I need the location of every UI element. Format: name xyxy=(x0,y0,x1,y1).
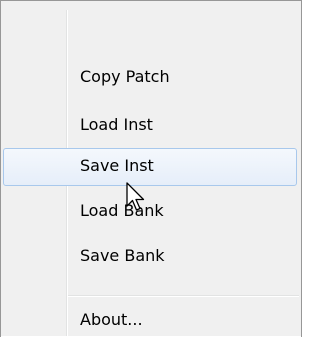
menu-item-label: About... xyxy=(80,310,143,329)
menu-item-copy-patch[interactable]: Copy Patch xyxy=(3,59,297,97)
menu-item-load-bank[interactable]: Load Bank xyxy=(3,193,297,231)
menu-separator-highlight xyxy=(68,296,299,297)
menu-item-save-bank[interactable]: Save Bank xyxy=(3,238,297,276)
menu-item-label: Load Bank xyxy=(80,201,164,220)
menu-item-load-inst[interactable]: Load Inst xyxy=(3,107,297,145)
menu-item-label: Save Inst xyxy=(80,156,154,175)
context-menu: Copy Patch Load Inst Save Inst Load Bank… xyxy=(0,0,302,337)
menu-item-label: Copy Patch xyxy=(80,67,170,86)
menu-item-save-inst[interactable]: Save Inst xyxy=(3,148,297,186)
menu-item-label: Save Bank xyxy=(80,246,165,265)
menu-item-label: Load Inst xyxy=(80,115,153,134)
menu-item-about[interactable]: About... xyxy=(3,302,297,340)
